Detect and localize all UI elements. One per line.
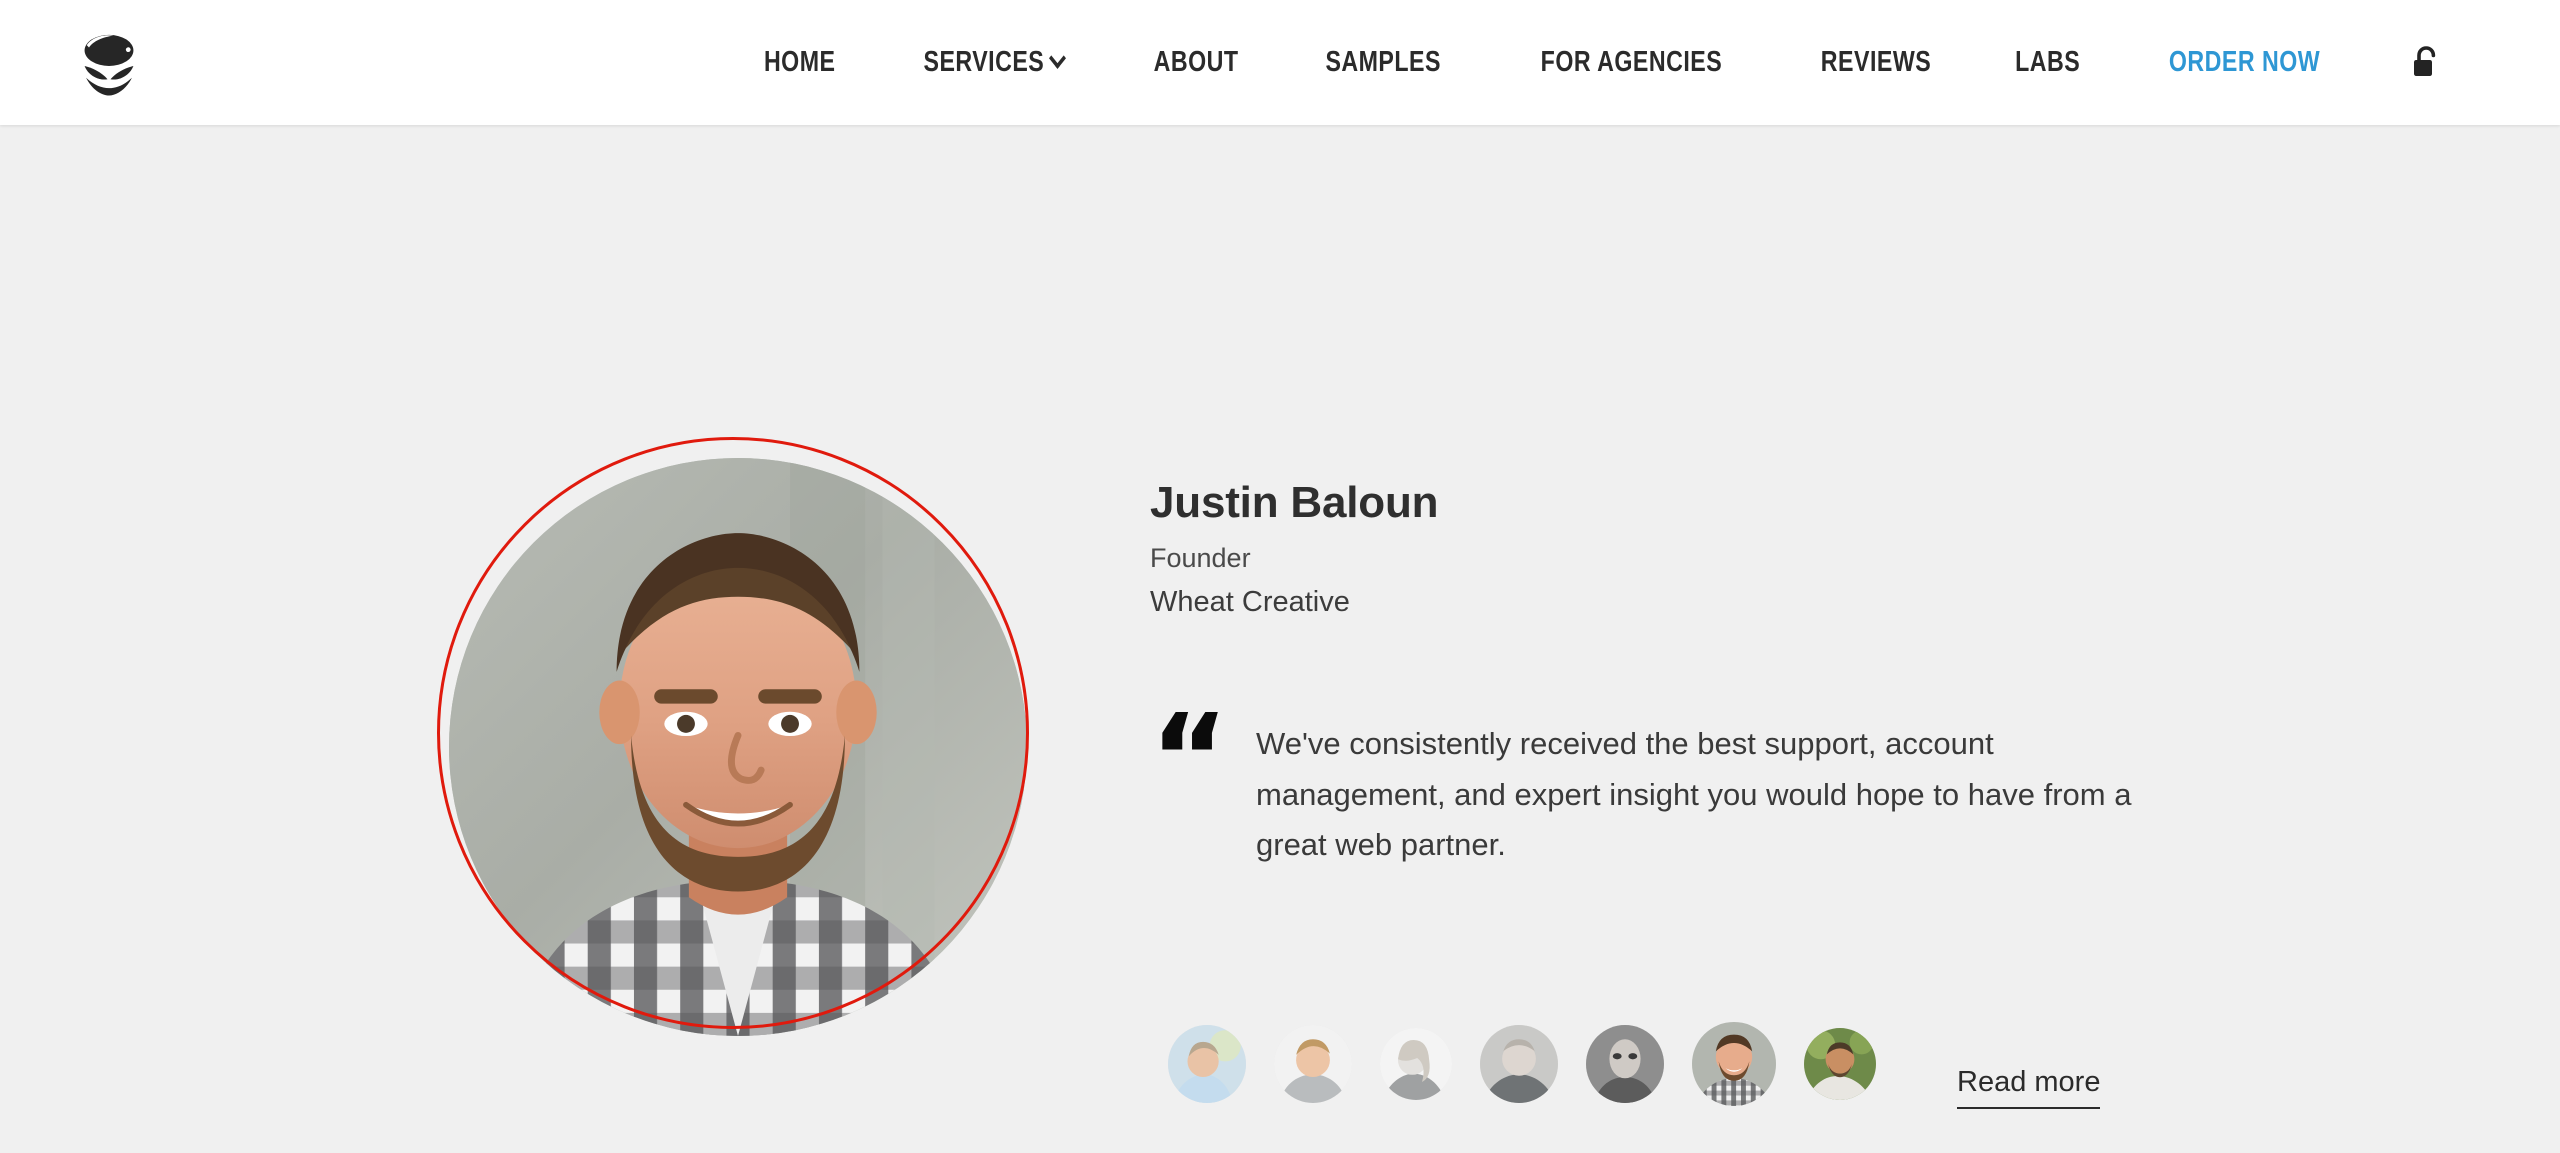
- thumbnail-7[interactable]: [1804, 1028, 1876, 1100]
- avatar-image: [1586, 1025, 1664, 1103]
- nav-label: REVIEWS: [1820, 46, 1931, 78]
- nav-label: SERVICES: [923, 46, 1045, 78]
- nav-item-for-agencies[interactable]: FOR AGENCIES: [1516, 0, 1747, 125]
- portrait-image: [449, 458, 1027, 1036]
- account-login-button[interactable]: [2398, 0, 2452, 125]
- avatar-image: [1480, 1025, 1558, 1103]
- testimonial-portrait: [437, 437, 1029, 1036]
- thumbnail-2[interactable]: [1274, 1025, 1352, 1103]
- avatar-image: [1804, 1028, 1876, 1100]
- nav-item-order-now[interactable]: ORDER NOW: [2144, 0, 2345, 125]
- nav-label: LABS: [2014, 46, 2080, 78]
- testimonial-section: Justin Baloun Founder Wheat Creative “ W…: [0, 125, 2560, 1153]
- avatar-image: [1168, 1025, 1246, 1103]
- nav-item-labs[interactable]: LABS: [1990, 0, 2105, 125]
- portrait-photo: [449, 458, 1027, 1036]
- unlock-padlock-icon: [2414, 45, 2436, 76]
- testimonial-card: Justin Baloun Founder Wheat Creative “ W…: [0, 125, 2560, 1153]
- nav-item-about[interactable]: ABOUT: [1129, 0, 1263, 125]
- site-header: HOME SERVICES ABOUT SAMPLES FOR AGENCIES…: [0, 0, 2560, 125]
- testimonial-info: Justin Baloun Founder Wheat Creative: [1150, 477, 2350, 622]
- nav-item-services[interactable]: SERVICES: [899, 0, 1089, 125]
- nav-label: HOME: [763, 46, 836, 78]
- person-role: Founder: [1150, 542, 1251, 573]
- thumbnail-6-active[interactable]: [1692, 1022, 1776, 1106]
- thumbnail-1[interactable]: [1168, 1025, 1246, 1103]
- testimonial-thumbnail-list: [1168, 1022, 1904, 1106]
- nav-item-home[interactable]: HOME: [739, 0, 860, 125]
- nav-label: SAMPLES: [1325, 46, 1442, 78]
- person-organization: Wheat Creative: [1150, 586, 1350, 618]
- nav-label: FOR AGENCIES: [1540, 46, 1722, 78]
- nav-label: ABOUT: [1153, 46, 1239, 78]
- avatar-image: [1692, 1022, 1776, 1106]
- quote-mark-icon: “: [1150, 690, 1229, 829]
- thumbnail-3[interactable]: [1380, 1028, 1452, 1100]
- read-more-link[interactable]: Read more: [1957, 1065, 2101, 1109]
- avatar-image: [1274, 1025, 1352, 1103]
- quote-text: We've consistently received the best sup…: [1256, 726, 2132, 863]
- thumbnail-4[interactable]: [1480, 1025, 1558, 1103]
- nav-item-samples[interactable]: SAMPLES: [1301, 0, 1466, 125]
- nav-item-reviews[interactable]: REVIEWS: [1796, 0, 1956, 125]
- nav-label: ORDER NOW: [2168, 46, 2321, 78]
- thumbnail-5[interactable]: [1586, 1025, 1664, 1103]
- chevron-down-icon: [1049, 47, 1067, 69]
- person-name: Justin Baloun: [1150, 478, 1439, 527]
- avatar-image: [1380, 1028, 1452, 1100]
- main-navigation: HOME SERVICES ABOUT SAMPLES FOR AGENCIES…: [0, 0, 2560, 125]
- testimonial-quote-block: “ We've consistently received the best s…: [1150, 690, 2160, 871]
